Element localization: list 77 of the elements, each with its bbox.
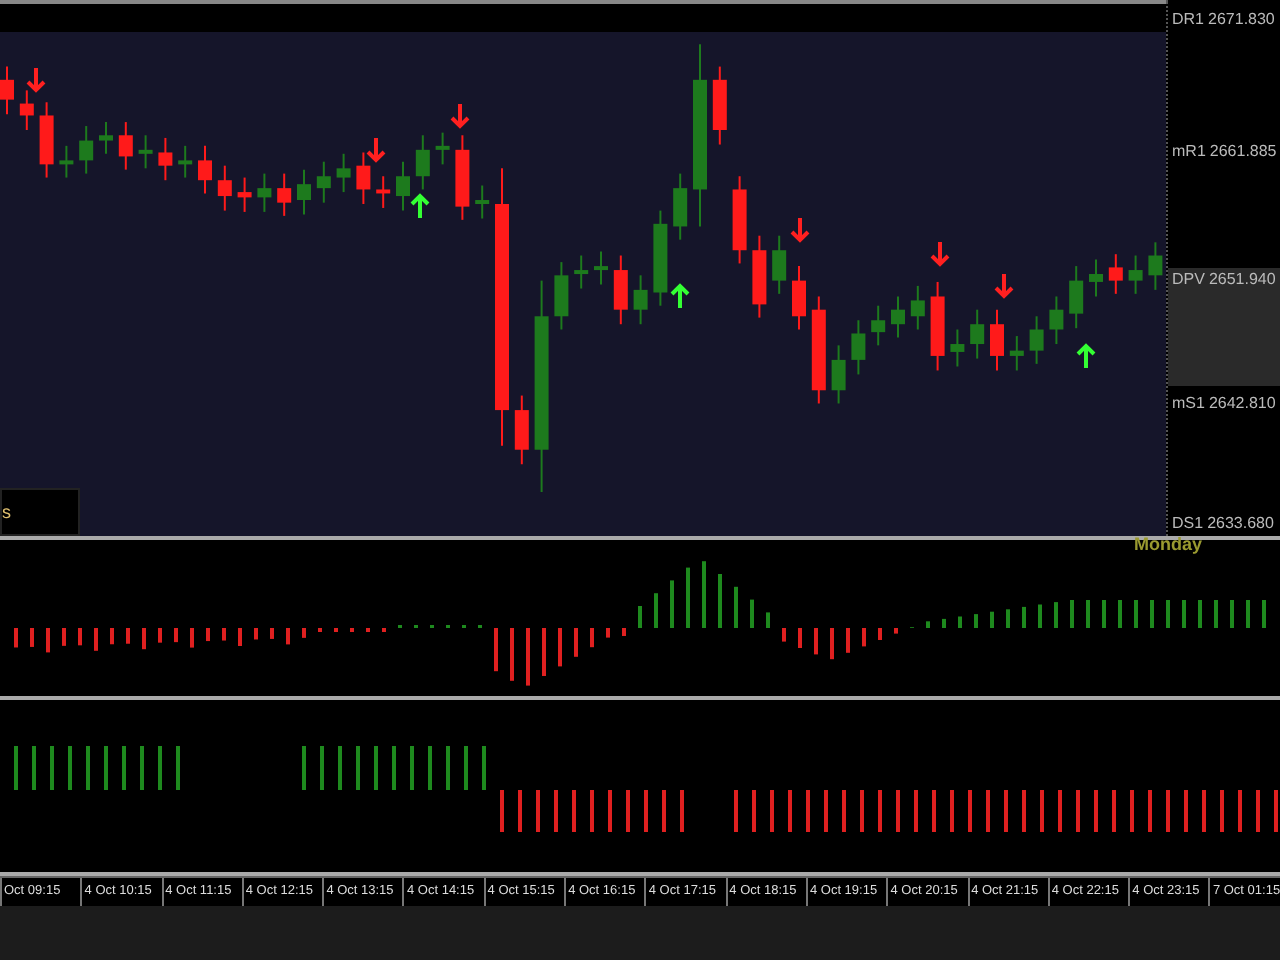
candle xyxy=(633,274,648,326)
level-label: DPV xyxy=(1172,270,1205,291)
candle xyxy=(594,250,608,286)
day-label: Monday xyxy=(1134,534,1203,554)
candle xyxy=(237,176,252,213)
candle xyxy=(19,89,34,131)
candle xyxy=(673,172,688,241)
candle xyxy=(396,160,410,212)
candle xyxy=(1049,295,1064,346)
candle xyxy=(1029,315,1044,365)
down-arrow-icon xyxy=(930,240,950,267)
up-arrow-icon xyxy=(670,283,690,310)
price-label: 2642.810 xyxy=(1208,393,1276,414)
candle xyxy=(792,265,806,331)
candle xyxy=(297,168,311,216)
candle xyxy=(831,344,846,405)
candle xyxy=(970,308,985,360)
level-label: mR1 xyxy=(1172,141,1206,162)
candle xyxy=(316,160,331,204)
candle xyxy=(217,164,232,212)
candle xyxy=(1009,335,1024,372)
candle xyxy=(158,136,173,182)
candle xyxy=(910,284,925,331)
down-arrow-icon xyxy=(26,66,46,93)
candle xyxy=(356,151,371,205)
candle xyxy=(118,121,133,171)
candle xyxy=(1128,254,1143,295)
candle xyxy=(59,144,74,179)
price-label: 2661.885 xyxy=(1209,141,1277,162)
candle xyxy=(257,172,272,213)
down-arrow-icon xyxy=(366,136,386,163)
candle xyxy=(1108,253,1123,295)
candle xyxy=(138,134,153,170)
candle xyxy=(1148,241,1163,291)
candle xyxy=(1089,258,1103,298)
candle xyxy=(613,254,628,326)
candle xyxy=(455,134,470,221)
down-arrow-icon xyxy=(994,272,1014,299)
corner-label: s xyxy=(2,502,11,522)
candle xyxy=(79,125,94,175)
candle xyxy=(277,172,292,217)
candle xyxy=(39,101,54,179)
candle xyxy=(732,175,747,265)
candle xyxy=(178,144,193,179)
price-label: 2651.940 xyxy=(1208,270,1276,291)
candle xyxy=(198,144,212,195)
candle xyxy=(712,65,727,146)
candle xyxy=(752,234,767,319)
candle xyxy=(1069,265,1084,330)
candle xyxy=(653,209,668,307)
candle xyxy=(514,394,529,466)
candle xyxy=(574,254,589,290)
candle xyxy=(554,261,569,331)
candle xyxy=(435,131,450,166)
candle xyxy=(475,184,490,220)
up-arrow-icon xyxy=(1076,343,1096,370)
candle xyxy=(415,134,430,191)
candle xyxy=(990,308,1004,372)
candle xyxy=(0,65,14,116)
candle xyxy=(871,304,886,347)
candle xyxy=(950,328,965,368)
candle xyxy=(891,295,905,339)
level-label: DS1 xyxy=(1172,513,1204,534)
candle xyxy=(930,280,945,372)
candle xyxy=(772,234,787,295)
candle xyxy=(851,319,866,376)
level-label: mS1 xyxy=(1172,393,1205,414)
level-label: DR1 xyxy=(1172,9,1205,30)
candle xyxy=(336,152,351,194)
price-label: 2633.680 xyxy=(1207,513,1274,534)
candle xyxy=(99,121,113,155)
down-arrow-icon xyxy=(790,216,810,243)
price-label: 2671.830 xyxy=(1208,9,1275,30)
up-arrow-icon xyxy=(410,193,430,220)
candle xyxy=(376,175,391,209)
down-arrow-icon xyxy=(450,102,470,129)
candle xyxy=(811,295,826,405)
